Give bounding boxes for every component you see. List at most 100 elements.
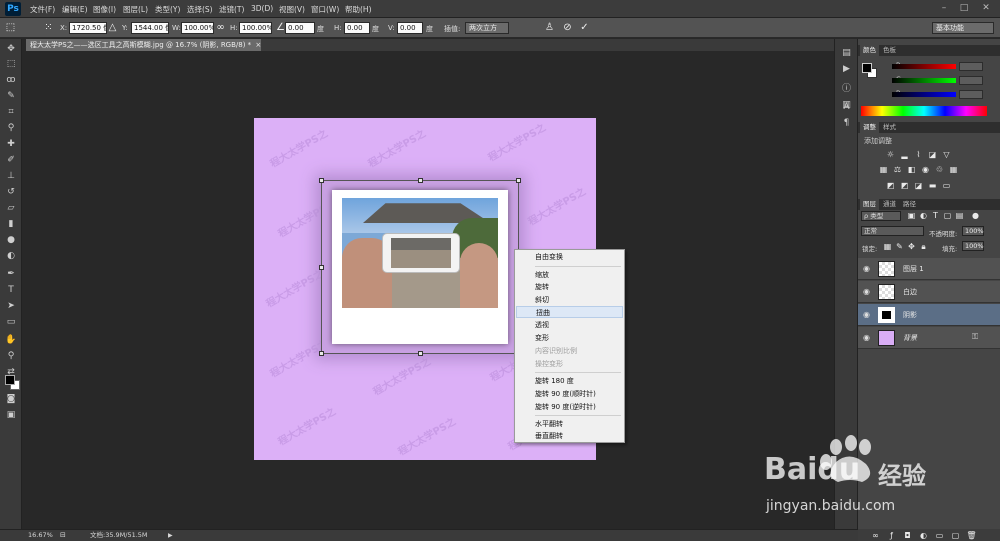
screen-mode-icon[interactable]: ▣ <box>4 409 18 422</box>
menu-item-scale[interactable]: 缩放 <box>516 269 623 281</box>
transform-handle-top-left[interactable] <box>319 178 324 183</box>
filter-pixel-icon[interactable]: ▣ <box>906 210 917 221</box>
gradient-tool-icon[interactable]: ▮ <box>4 218 18 231</box>
angle-field[interactable]: 0.00 <box>285 22 315 34</box>
selective-color-icon[interactable]: ▭ <box>941 180 952 191</box>
menu-image[interactable]: 图像(I) <box>93 4 116 15</box>
tab-color[interactable]: 颜色 <box>860 45 879 56</box>
transform-tool-icon[interactable]: ⬚ <box>4 21 17 34</box>
hand-tool-icon[interactable]: ✋ <box>4 334 18 347</box>
visibility-eye-icon[interactable]: ◉ <box>863 264 870 273</box>
opacity-field[interactable]: 100% <box>962 226 984 236</box>
lock-transparent-icon[interactable]: ▦ <box>882 241 893 252</box>
lock-all-icon[interactable]: 🔒︎ <box>918 241 929 252</box>
color-spectrum-ramp[interactable] <box>861 106 987 116</box>
curves-icon[interactable]: ⌇ <box>913 149 924 160</box>
quick-mask-icon[interactable]: ◙ <box>4 393 18 406</box>
menu-filter[interactable]: 滤镜(T) <box>219 4 244 15</box>
shape-tool-icon[interactable]: ▭ <box>4 316 18 329</box>
layer-filter-select[interactable]: ρ 类型 <box>861 211 901 221</box>
menu-file[interactable]: 文件(F) <box>30 4 55 15</box>
color-balance-icon[interactable]: ⚖ <box>892 164 903 175</box>
interpolation-select[interactable]: 两次立方 <box>465 22 509 34</box>
minimize-button[interactable]: – <box>936 2 952 15</box>
menu-type[interactable]: 类型(Y) <box>155 4 180 15</box>
menu-item-perspective[interactable]: 透视 <box>516 319 623 331</box>
r-slider[interactable] <box>892 64 956 69</box>
tab-layers[interactable]: 图层 <box>860 199 879 210</box>
g-slider[interactable] <box>892 78 956 83</box>
new-adjustment-icon[interactable]: ◐ <box>918 530 929 541</box>
tab-channels[interactable]: 通道 <box>880 199 899 210</box>
layer-name[interactable]: 阴影 <box>903 310 917 320</box>
link-icon[interactable]: ∞ <box>214 21 227 34</box>
relative-position-icon[interactable]: △ <box>106 21 119 34</box>
quick-select-tool-icon[interactable]: ✎ <box>4 90 18 103</box>
posterize-icon[interactable]: ◩ <box>899 180 910 191</box>
filter-type-icon[interactable]: T <box>930 210 941 221</box>
history-panel-icon[interactable]: ▤ <box>840 47 853 60</box>
tab-swatches[interactable]: 色板 <box>880 45 899 56</box>
visibility-eye-icon[interactable]: ◉ <box>863 310 870 319</box>
photo-filter-icon[interactable]: ◉ <box>920 164 931 175</box>
layer-name[interactable]: 图层 1 <box>903 264 924 274</box>
new-layer-icon[interactable]: ▢ <box>950 530 961 541</box>
commit-icon[interactable]: ✓ <box>578 21 591 34</box>
transform-handle-top-right[interactable] <box>516 178 521 183</box>
visibility-eye-icon[interactable]: ◉ <box>863 287 870 296</box>
invert-icon[interactable]: ◩ <box>885 180 896 191</box>
maximize-button[interactable]: □ <box>956 2 972 15</box>
exposure-icon[interactable]: ◪ <box>927 149 938 160</box>
actions-panel-icon[interactable]: ▶ <box>840 63 853 76</box>
lock-pixels-icon[interactable]: ✎ <box>894 241 905 252</box>
menu-item-rotate[interactable]: 旋转 <box>516 281 623 293</box>
x-field[interactable]: 1720.50 像 <box>69 22 107 34</box>
hskew-field[interactable]: 0.00 <box>344 22 370 34</box>
lasso-tool-icon[interactable]: ꝏ <box>4 74 18 87</box>
y-field[interactable]: 1544.00 像 <box>131 22 169 34</box>
foreground-color-swatch[interactable] <box>5 375 15 385</box>
menu-item-skew[interactable]: 斜切 <box>516 294 623 306</box>
workspace-select[interactable]: 基本功能 <box>932 22 994 34</box>
menu-item-warp[interactable]: 变形 <box>516 332 623 344</box>
threshold-icon[interactable]: ◪ <box>913 180 924 191</box>
layer-row-background[interactable]: ◉ 背景 ⚿ <box>858 327 1000 349</box>
filter-toggle-icon[interactable]: ● <box>970 210 981 221</box>
link-layers-icon[interactable]: ∞ <box>870 530 881 541</box>
close-window-button[interactable]: ✕ <box>978 2 994 15</box>
type-tool-icon[interactable]: T <box>4 284 18 297</box>
warp-icon[interactable]: ♙ <box>543 21 556 34</box>
menu-help[interactable]: 帮助(H) <box>345 4 372 15</box>
eyedropper-tool-icon[interactable]: ⚲ <box>4 122 18 135</box>
blend-mode-select[interactable]: 正常 <box>861 226 924 236</box>
transform-handle-bottom[interactable] <box>418 351 423 356</box>
gradient-map-icon[interactable]: ▬ <box>927 180 938 191</box>
zoom-tool-icon[interactable]: ⚲ <box>4 350 18 363</box>
vskew-field[interactable]: 0.00 <box>397 22 423 34</box>
tab-styles[interactable]: 样式 <box>880 122 899 133</box>
pen-tool-icon[interactable]: ✒ <box>4 268 18 281</box>
path-select-tool-icon[interactable]: ➤ <box>4 300 18 313</box>
new-group-icon[interactable]: ▭ <box>934 530 945 541</box>
crop-tool-icon[interactable]: ⌗ <box>4 106 18 119</box>
height-field[interactable]: 100.00% <box>239 22 272 34</box>
type-a-icon[interactable]: A <box>840 101 853 114</box>
menu-item-distort[interactable]: 扭曲 <box>516 306 623 318</box>
transform-handle-left[interactable] <box>319 265 324 270</box>
info-panel-icon[interactable]: ⓘ <box>840 83 853 96</box>
zoom-level[interactable]: 16.67% <box>28 530 53 541</box>
paragraph-panel-icon[interactable]: ¶ <box>840 117 853 130</box>
levels-icon[interactable]: ▂ <box>899 149 910 160</box>
cancel-icon[interactable]: ⊘ <box>561 21 574 34</box>
menu-item-rotate-180[interactable]: 旋转 180 度 <box>516 375 623 387</box>
menu-edit[interactable]: 编辑(E) <box>62 4 88 15</box>
vibrance-icon[interactable]: ▽ <box>941 149 952 160</box>
b-value-field[interactable] <box>959 90 983 99</box>
filter-smart-icon[interactable]: ▤ <box>954 210 965 221</box>
layer-row-shadow[interactable]: ◉ 阴影 <box>858 304 1000 326</box>
menu-item-rotate-90-cw[interactable]: 旋转 90 度(顺时针) <box>516 388 623 400</box>
menu-3d[interactable]: 3D(D) <box>251 4 273 13</box>
r-value-field[interactable] <box>959 62 983 71</box>
healing-brush-tool-icon[interactable]: ✚ <box>4 138 18 151</box>
menu-item-rotate-90-ccw[interactable]: 旋转 90 度(逆时针) <box>516 401 623 413</box>
